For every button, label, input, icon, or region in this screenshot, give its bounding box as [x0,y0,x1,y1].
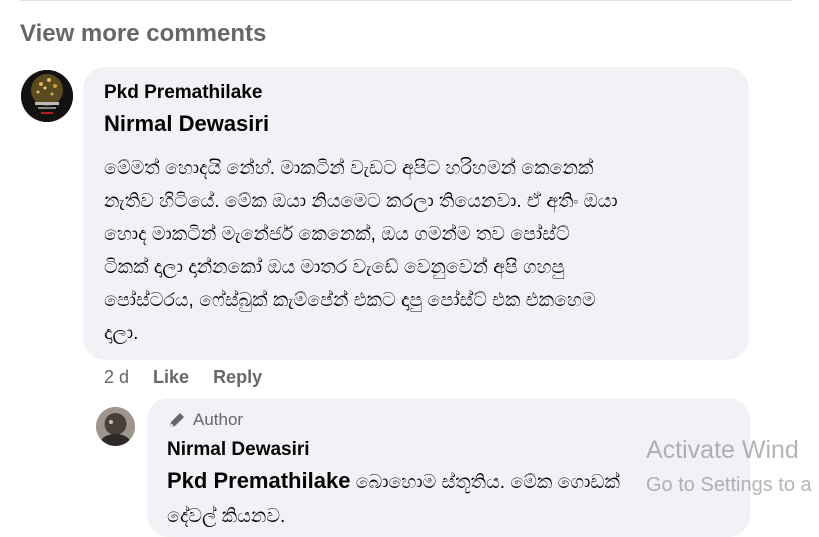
profile-picture [96,407,135,446]
reply-text: Pkd Premathilake බොහොම ස්තූතිය. මේක ගොඩක… [167,464,647,534]
divider [20,0,792,1]
reply-to-name[interactable]: Nirmal Dewasiri [104,111,269,137]
pencil-icon [167,410,187,430]
comment-text-line: දාලා. [104,323,139,344]
reply-avatar[interactable] [96,407,135,446]
like-button[interactable]: Like [153,367,189,388]
comment-author-name[interactable]: Pkd Premathilake [104,82,262,104]
author-badge-label: Author [193,410,244,429]
comment-bubble: Pkd Premathilake Nirmal Dewasiri මේමත් හ… [83,67,749,360]
comments-section: View more comments Pkd Premathilake Nirm… [0,0,819,537]
reply-author-name[interactable]: Nirmal Dewasiri [167,439,310,461]
profile-picture [21,70,73,122]
reply-text-line: දේවල් කියනව. [167,506,286,527]
author-badge: Author [167,410,243,430]
activate-windows-watermark: Activate Wind [646,436,799,464]
activate-windows-hint: Go to Settings to a [646,474,812,496]
comment-text-line: හොද මාකටින් මැනේජර් කෙනෙක්, ඔය ගමන්ම තව … [104,224,570,245]
comment-text-line: මේමත් හොදයි නේහ්. මාකටින් වැඩට අපිට හරිහ… [104,158,594,179]
comment-text-line: ටිකක් දාලා දාන්නකෝ ඔය මාතර වැඩේ වෙනුවෙන්… [104,257,565,278]
mention-link[interactable]: Pkd Premathilake [167,468,350,493]
view-more-comments-link[interactable]: View more comments [20,20,266,48]
comment-actions: 2 d Like Reply [104,365,262,389]
comment-text: මේමත් හොදයි නේහ්. මාකටින් වැඩට අපිට හරිහ… [104,152,734,350]
reply-text-content: බොහොම ස්තූතිය. මේක ගොඩක් [355,472,620,493]
avatar[interactable] [21,70,73,122]
comment-timestamp[interactable]: 2 d [104,367,129,388]
reply-button[interactable]: Reply [213,367,262,388]
comment-text-line: පෝස්ටරය, ෆේස්බුක් කැම්පේන් එකට දාපු පෝස්… [104,290,596,311]
comment-text-line: නැතිව හිටියේ. මේක ඔයා නියමෙට කරලා තියෙනව… [104,191,618,212]
reply-text-line: Pkd Premathilake බොහොම ස්තූතිය. මේක ගොඩක… [167,464,647,500]
